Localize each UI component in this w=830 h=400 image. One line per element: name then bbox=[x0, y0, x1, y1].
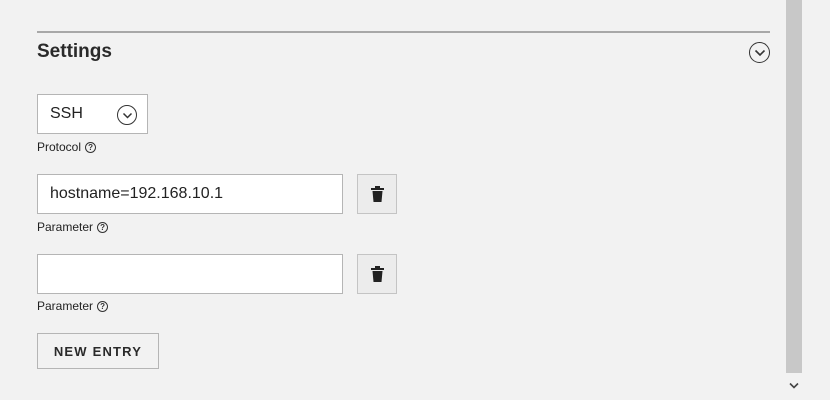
dropdown-chevron-icon bbox=[117, 105, 137, 125]
section-divider bbox=[37, 31, 770, 33]
protocol-select[interactable]: SSH bbox=[37, 94, 148, 134]
parameter-2-label: Parameter ? bbox=[37, 299, 109, 313]
delete-parameter-2-button[interactable] bbox=[357, 254, 397, 294]
parameter-1-label-text: Parameter bbox=[37, 220, 94, 234]
protocol-label-text: Protocol bbox=[37, 140, 82, 154]
scrollbar-thumb[interactable] bbox=[786, 0, 802, 373]
delete-parameter-1-button[interactable] bbox=[357, 174, 397, 214]
collapse-toggle-button[interactable] bbox=[749, 42, 770, 63]
scroll-down-arrow-icon[interactable] bbox=[787, 378, 801, 392]
vertical-scrollbar[interactable] bbox=[786, 0, 802, 400]
protocol-label: Protocol ? bbox=[37, 140, 97, 154]
trash-icon bbox=[370, 266, 384, 282]
parameter-input-1[interactable] bbox=[37, 174, 343, 214]
parameter-2-label-text: Parameter bbox=[37, 299, 94, 313]
parameter-1-label: Parameter ? bbox=[37, 220, 109, 234]
chevron-down-icon bbox=[754, 49, 765, 56]
parameter-input-2[interactable] bbox=[37, 254, 343, 294]
new-entry-button[interactable]: NEW ENTRY bbox=[37, 333, 159, 369]
trash-icon bbox=[370, 186, 384, 202]
protocol-selected-value: SSH bbox=[50, 105, 83, 122]
question-circle-icon[interactable]: ? bbox=[97, 221, 109, 233]
settings-panel: Settings SSH Protocol ? Parameter ? bbox=[0, 0, 830, 400]
question-circle-icon[interactable]: ? bbox=[97, 300, 109, 312]
question-circle-icon[interactable]: ? bbox=[85, 141, 97, 153]
section-title: Settings bbox=[37, 41, 112, 62]
